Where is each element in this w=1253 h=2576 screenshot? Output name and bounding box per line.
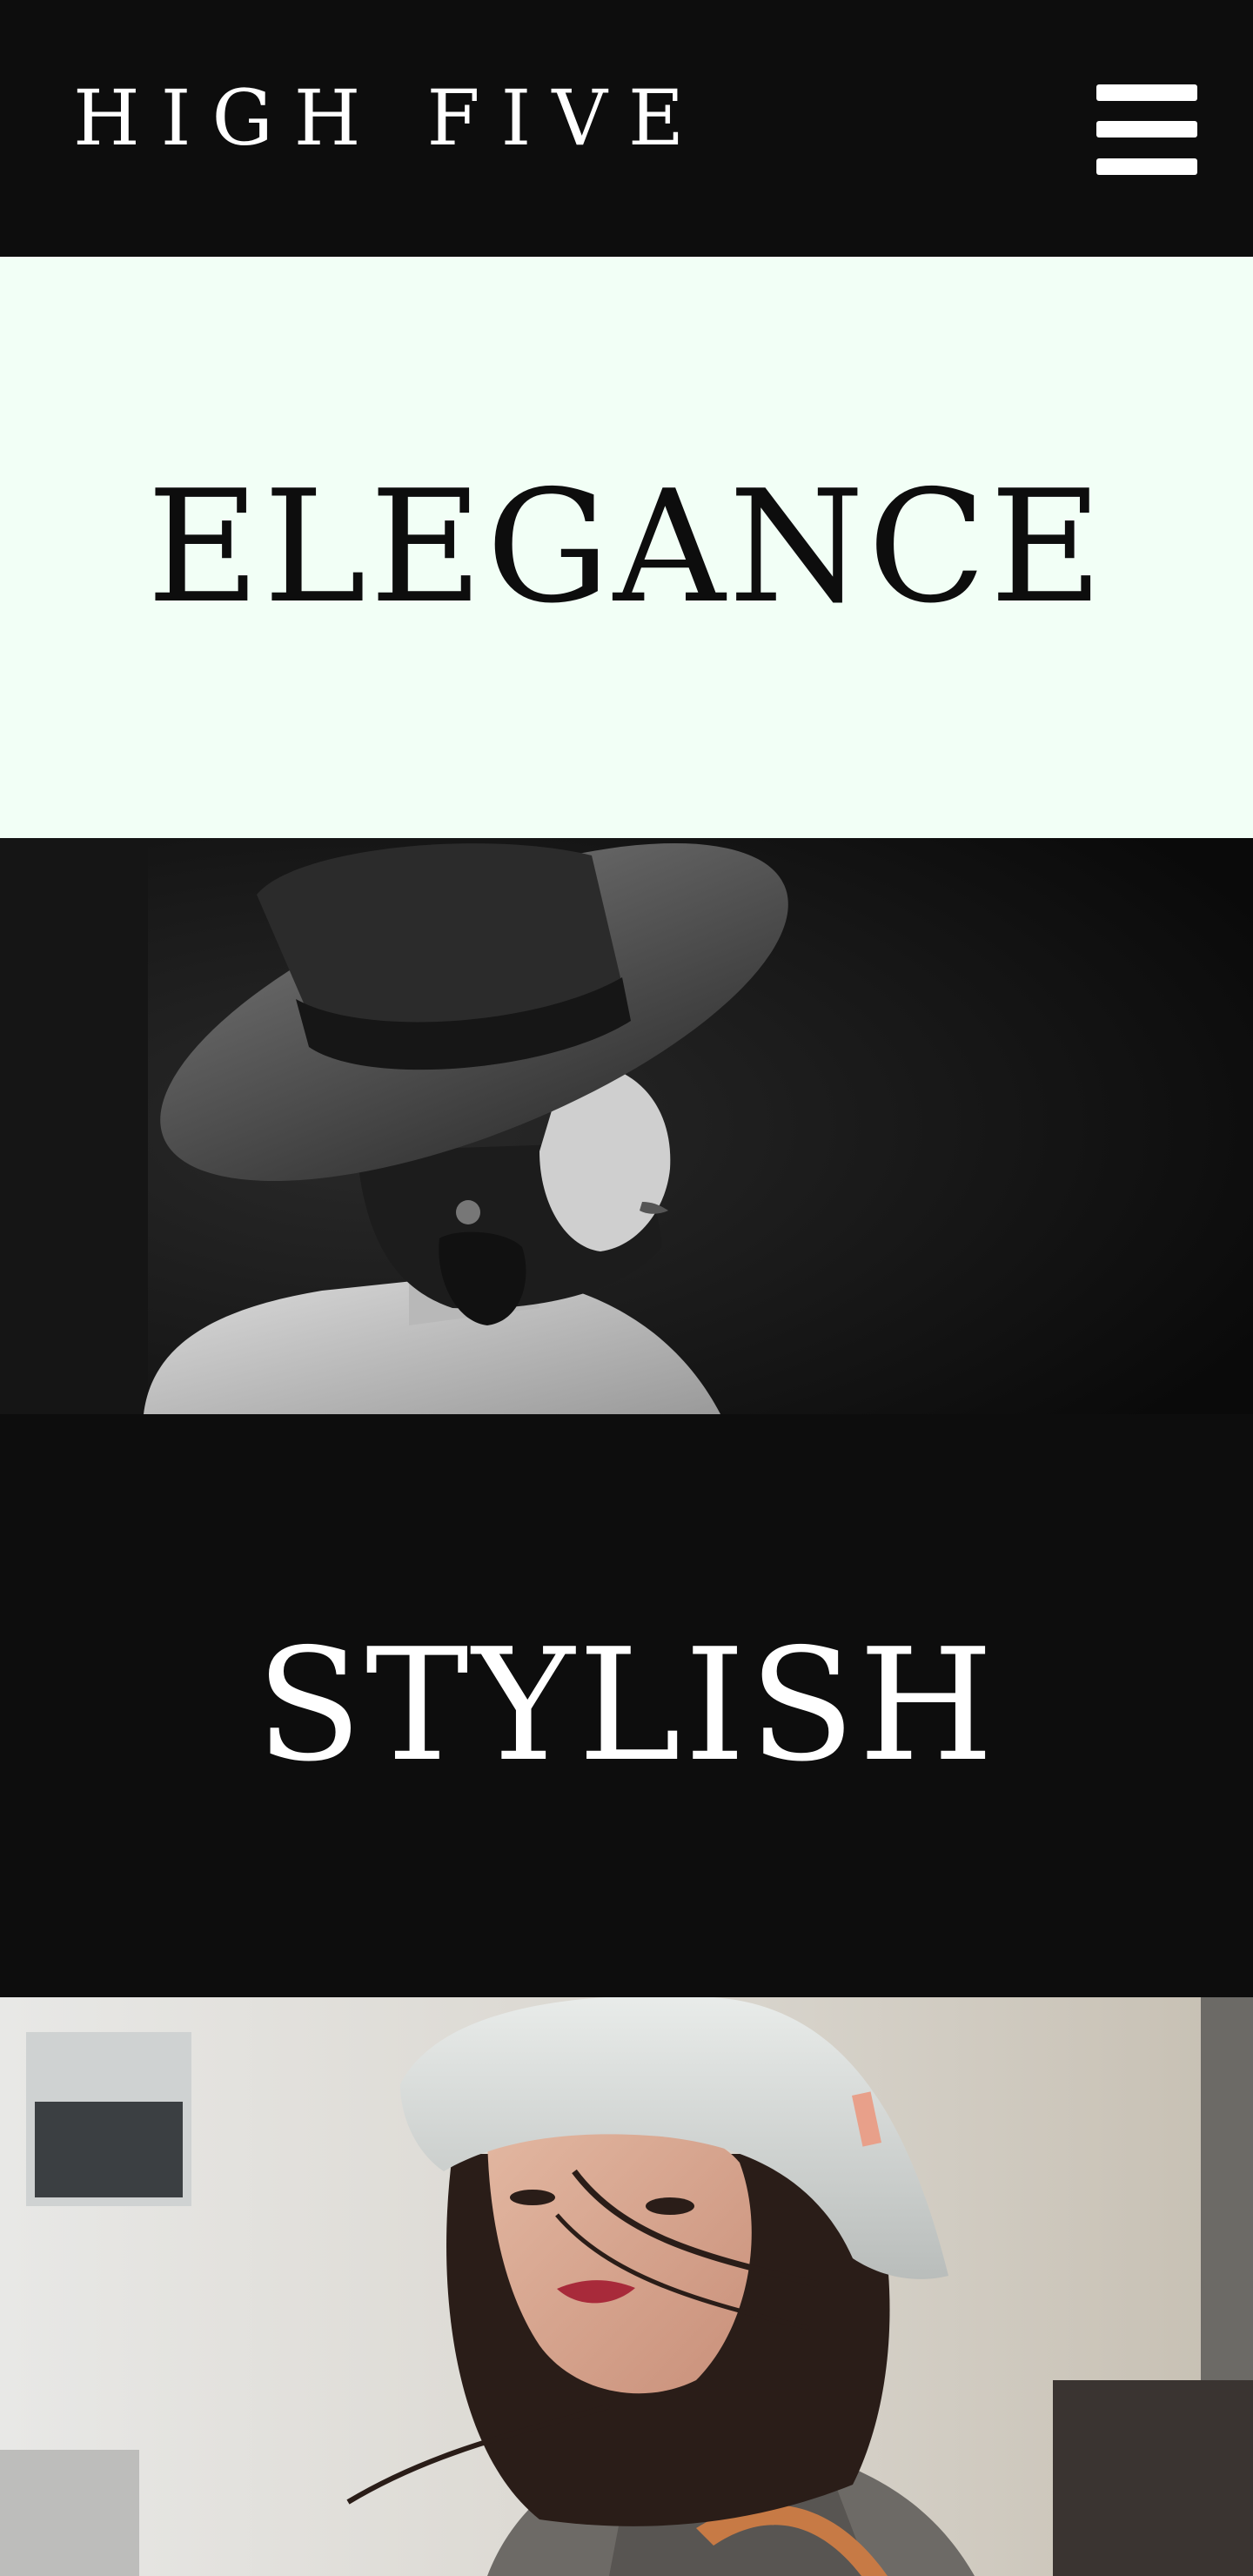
site-header: HIGH FIVE (0, 0, 1253, 257)
hat-photo-illustration (0, 838, 1253, 1414)
street-photo-illustration (0, 1997, 1253, 2576)
elegance-section: ELEGANCE (0, 257, 1253, 838)
stylish-section: STYLISH (0, 1414, 1253, 1997)
menu-bar (1096, 121, 1197, 138)
menu-bar (1096, 84, 1197, 101)
woman-bucket-hat-photo (0, 1997, 1253, 2576)
page: HIGH FIVE ELEGANCE STYLISH (0, 0, 1253, 2576)
woman-black-hat-photo (0, 838, 1253, 1414)
elegance-headline: ELEGANCE (146, 457, 1107, 637)
stylish-headline: STYLISH (256, 1615, 997, 1795)
menu-bar (1096, 158, 1197, 175)
brand-logo[interactable]: HIGH FIVE (73, 80, 705, 157)
hamburger-menu-icon[interactable] (1096, 84, 1197, 175)
